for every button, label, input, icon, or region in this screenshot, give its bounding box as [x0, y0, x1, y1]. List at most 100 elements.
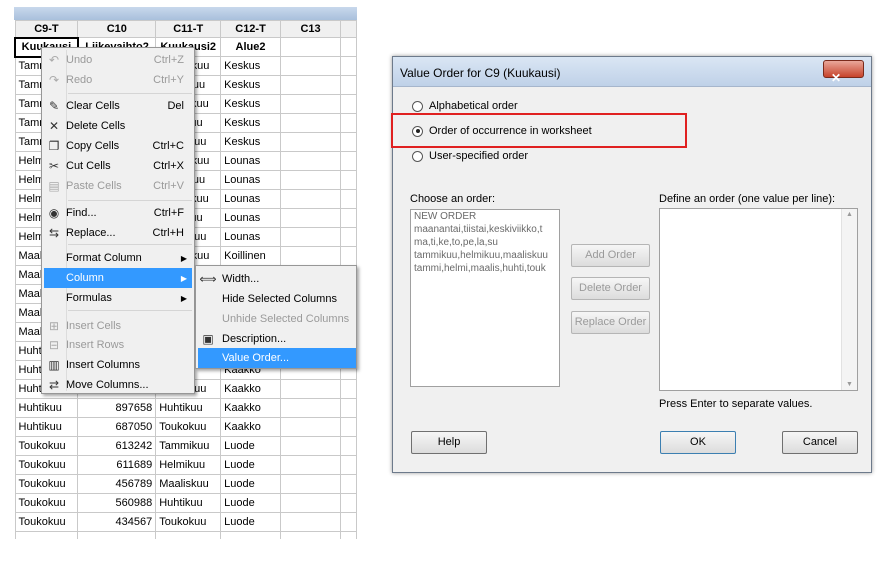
- choose-order-listbox[interactable]: NEW ORDER maanantai,tiistai,keskiviikko,t…: [410, 209, 560, 387]
- worksheet-cell[interactable]: [77, 531, 157, 539]
- radio-button[interactable]: [412, 150, 423, 162]
- worksheet-cell[interactable]: 434567: [77, 512, 157, 532]
- menu-item-copy-cells[interactable]: ❐ Copy Cells Ctrl+C: [44, 136, 192, 156]
- menu-item-format-column[interactable]: Format Column ▶: [44, 248, 192, 268]
- worksheet-cell[interactable]: [279, 417, 342, 437]
- menu-item-clear-cells[interactable]: ✎ Clear Cells Del: [44, 96, 192, 116]
- submenu-item-value-order[interactable]: Value Order...: [198, 348, 356, 368]
- worksheet-cell[interactable]: [279, 512, 342, 532]
- submenu-item-description[interactable]: ▣ Description...: [198, 329, 356, 349]
- column-header[interactable]: C12-T: [220, 20, 281, 38]
- worksheet-cell[interactable]: Toukokuu: [14, 493, 79, 513]
- worksheet-cell[interactable]: Luode: [220, 436, 281, 456]
- column-name-cell[interactable]: [279, 37, 342, 57]
- worksheet-cell[interactable]: Huhtikuu: [155, 493, 222, 513]
- worksheet-cell[interactable]: [340, 227, 357, 247]
- submenu-item-width[interactable]: ⟺ Width...: [198, 269, 356, 289]
- column-name-cell[interactable]: [340, 37, 357, 57]
- worksheet-cell[interactable]: Luode: [220, 493, 281, 513]
- worksheet-cell[interactable]: [340, 417, 357, 437]
- worksheet-cell[interactable]: [279, 208, 342, 228]
- menu-item-find[interactable]: ◉ Find... Ctrl+F: [44, 203, 192, 223]
- worksheet-cell[interactable]: [279, 151, 342, 171]
- order-list-item[interactable]: maanantai,tiistai,keskiviikko,t: [411, 223, 559, 236]
- cancel-button[interactable]: Cancel: [782, 431, 858, 454]
- close-button[interactable]: ✕: [823, 60, 864, 85]
- scroll-down-arrow-icon[interactable]: ▼: [842, 381, 857, 388]
- worksheet-cell[interactable]: Toukokuu: [14, 474, 79, 494]
- worksheet-cell[interactable]: [279, 56, 342, 76]
- menu-item-move-columns[interactable]: ⇄ Move Columns...: [44, 375, 192, 395]
- menu-item-replace[interactable]: ⇆ Replace... Ctrl+H: [44, 223, 192, 243]
- worksheet-cell[interactable]: Lounas: [220, 189, 281, 209]
- worksheet-cell[interactable]: 456789: [77, 474, 157, 494]
- radio-button[interactable]: [412, 100, 423, 112]
- radio-user-specified-order[interactable]: User-specified order: [412, 150, 528, 162]
- worksheet-cell[interactable]: Luode: [220, 474, 281, 494]
- worksheet-cell[interactable]: [340, 94, 357, 114]
- worksheet-cell[interactable]: 611689: [77, 455, 157, 475]
- worksheet-cell[interactable]: Kaakko: [220, 398, 281, 418]
- worksheet-cell[interactable]: [279, 227, 342, 247]
- scroll-up-arrow-icon[interactable]: ▲: [842, 211, 857, 218]
- ok-button[interactable]: OK: [660, 431, 736, 454]
- worksheet-cell[interactable]: [340, 208, 357, 228]
- worksheet-cell[interactable]: Huhtikuu: [14, 398, 79, 418]
- column-header[interactable]: C13: [279, 20, 342, 38]
- worksheet-cell[interactable]: [279, 246, 342, 266]
- define-order-scrollbar[interactable]: ▲ ▼: [841, 209, 857, 390]
- column-name-cell[interactable]: Alue2: [220, 37, 281, 57]
- worksheet-cell[interactable]: 897658: [77, 398, 157, 418]
- worksheet-cell[interactable]: Lounas: [220, 170, 281, 190]
- menu-item-paste-cells[interactable]: ▤ Paste Cells Ctrl+V: [44, 176, 192, 196]
- worksheet-cell[interactable]: [279, 132, 342, 152]
- menu-item-insert-columns[interactable]: ▥ Insert Columns: [44, 355, 192, 375]
- menu-item-column[interactable]: Column ▶: [44, 268, 192, 288]
- worksheet-cell[interactable]: [340, 75, 357, 95]
- column-header[interactable]: [340, 20, 357, 38]
- worksheet-cell[interactable]: Huhtikuu: [155, 398, 222, 418]
- worksheet-cell[interactable]: [279, 75, 342, 95]
- define-order-textbox[interactable]: ▲ ▼: [659, 208, 858, 391]
- dialog-title-bar[interactable]: Value Order for C9 (Kuukausi) ✕: [393, 57, 871, 87]
- help-button[interactable]: Help: [411, 431, 487, 454]
- worksheet-cell[interactable]: Toukokuu: [14, 436, 79, 456]
- worksheet-cell[interactable]: [279, 455, 342, 475]
- delete-order-button[interactable]: Delete Order: [571, 277, 650, 300]
- worksheet-cell[interactable]: [340, 493, 357, 513]
- worksheet-cell[interactable]: Lounas: [220, 151, 281, 171]
- worksheet-cell[interactable]: [340, 56, 357, 76]
- order-list-item[interactable]: tammi,helmi,maalis,huhti,touk: [411, 262, 559, 275]
- add-order-button[interactable]: Add Order: [571, 244, 650, 267]
- column-header[interactable]: C11-T: [155, 20, 222, 38]
- worksheet-cell[interactable]: Huhtikuu: [14, 417, 79, 437]
- order-list-item[interactable]: ma,ti,ke,to,pe,la,su: [411, 236, 559, 249]
- worksheet-cell[interactable]: Toukokuu: [155, 417, 222, 437]
- submenu-item-unhide-selected-columns[interactable]: Unhide Selected Columns: [198, 309, 356, 329]
- worksheet-cell[interactable]: [340, 132, 357, 152]
- worksheet-cell[interactable]: [340, 379, 357, 399]
- menu-item-undo[interactable]: ↶ Undo Ctrl+Z: [44, 50, 192, 70]
- worksheet-cell[interactable]: [279, 531, 342, 539]
- worksheet-cell[interactable]: [279, 94, 342, 114]
- worksheet-cell[interactable]: [340, 398, 357, 418]
- worksheet-cell[interactable]: [279, 379, 342, 399]
- worksheet-cell[interactable]: 687050: [77, 417, 157, 437]
- worksheet-cell[interactable]: [279, 189, 342, 209]
- worksheet-cell[interactable]: Luode: [220, 455, 281, 475]
- worksheet-cell[interactable]: Lounas: [220, 208, 281, 228]
- worksheet-cell[interactable]: Toukokuu: [14, 455, 79, 475]
- worksheet-cell[interactable]: Kaakko: [220, 379, 281, 399]
- menu-item-formulas[interactable]: Formulas ▶: [44, 288, 192, 308]
- menu-item-delete-cells[interactable]: ✕ Delete Cells: [44, 116, 192, 136]
- order-list-item[interactable]: NEW ORDER: [411, 210, 559, 223]
- submenu-item-hide-selected-columns[interactable]: Hide Selected Columns: [198, 289, 356, 309]
- worksheet-cell[interactable]: Kaakko: [220, 417, 281, 437]
- worksheet-cell[interactable]: Keskus: [220, 132, 281, 152]
- worksheet-cell[interactable]: [220, 531, 281, 539]
- worksheet-cell[interactable]: [340, 189, 357, 209]
- worksheet-cell[interactable]: Keskus: [220, 75, 281, 95]
- worksheet-cell[interactable]: [279, 170, 342, 190]
- menu-item-cut-cells[interactable]: ✂ Cut Cells Ctrl+X: [44, 156, 192, 176]
- worksheet-cell[interactable]: Helmikuu: [155, 455, 222, 475]
